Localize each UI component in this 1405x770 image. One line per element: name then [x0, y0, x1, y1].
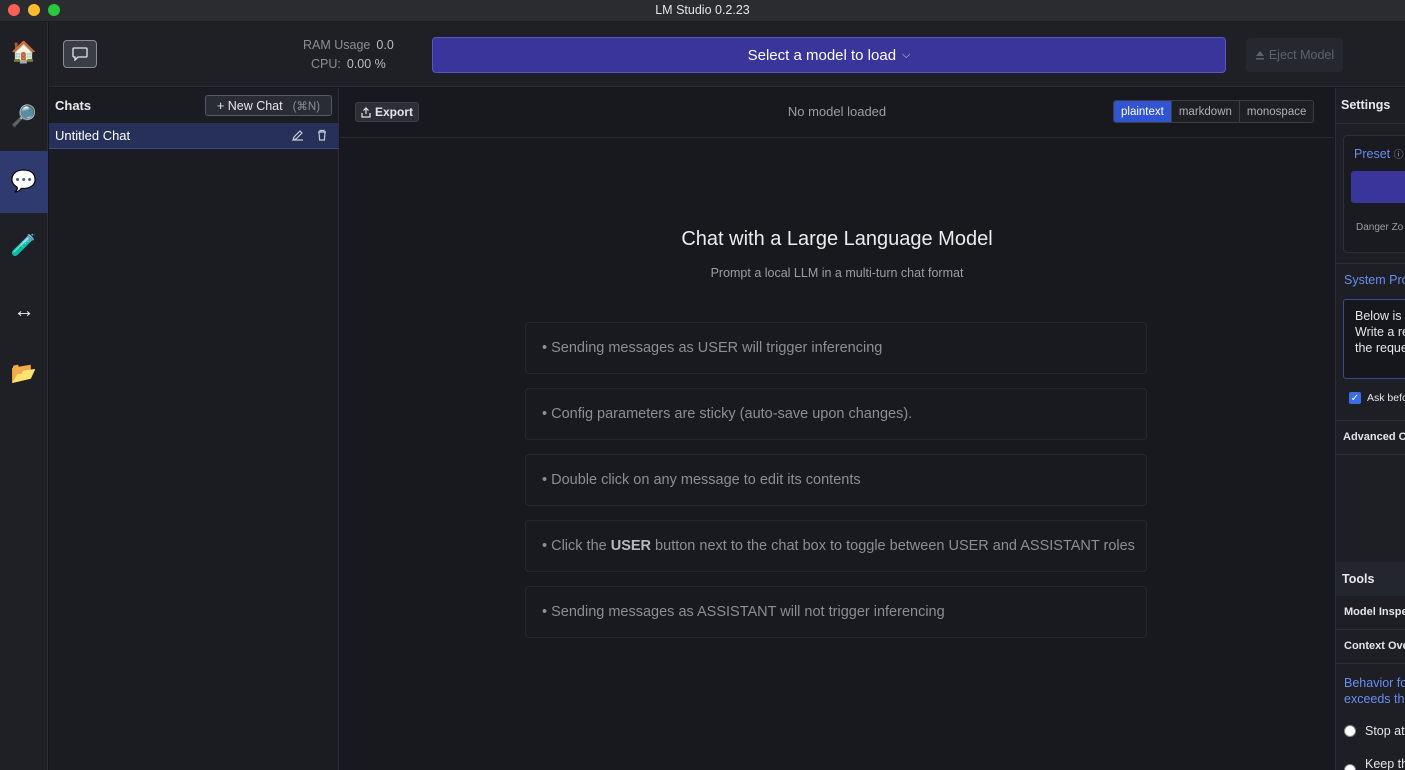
preset-label-text: Preset: [1354, 147, 1391, 161]
context-overflow-item[interactable]: Context Ove: [1344, 640, 1405, 652]
tip-text: • Double click on any message to edit it…: [542, 472, 861, 488]
edit-icon[interactable]: [291, 128, 305, 142]
model-select-button[interactable]: Select a model to load ⌵: [432, 37, 1226, 73]
system-prompt-line: the reque: [1355, 341, 1405, 355]
nav-server[interactable]: ↔: [0, 280, 48, 342]
radio-label: Stop at: [1365, 724, 1405, 738]
ram-value: 0.0: [376, 38, 394, 52]
settings-panel: Settings Preset ⓘ Danger Zo System Pro B…: [1335, 88, 1405, 770]
tip-card: • Sending messages as ASSISTANT will not…: [525, 586, 1147, 638]
hero-subtitle: Prompt a local LLM in a multi-turn chat …: [710, 266, 964, 280]
eject-model-button[interactable]: Eject Model: [1246, 38, 1343, 72]
new-chat-shortcut: (⌘N): [292, 100, 321, 113]
advanced-config-header[interactable]: Advanced C: [1343, 431, 1405, 443]
format-plaintext[interactable]: plaintext: [1114, 101, 1171, 122]
settings-title: Settings: [1341, 98, 1391, 112]
format-monospace[interactable]: monospace: [1238, 101, 1314, 122]
left-nav: 🏠 🔎 💬 🧪 ↔ 📂: [0, 22, 48, 770]
chat-header: Export No model loaded plaintext markdow…: [340, 88, 1334, 138]
divider: [1336, 123, 1405, 124]
chat-list-item[interactable]: Untitled Chat: [49, 123, 339, 149]
divider: [1336, 263, 1405, 264]
preset-select-button[interactable]: [1351, 171, 1405, 203]
ask-before-label: Ask befo: [1367, 392, 1405, 404]
tip-card: • Click the USER button next to the chat…: [525, 520, 1147, 572]
danger-zone-label: Danger Zo: [1356, 222, 1404, 233]
chats-title: Chats: [55, 98, 92, 113]
model-select-label: Select a model to load: [747, 46, 897, 64]
new-chat-button[interactable]: + New Chat (⌘N): [205, 95, 332, 116]
radio-stop-at[interactable]: Stop at: [1344, 724, 1405, 738]
system-prompt-label: System Pro: [1344, 273, 1405, 287]
overflow-behavior-label: Behavior fo exceeds th: [1344, 675, 1405, 707]
model-inspector-item[interactable]: Model Inspe: [1344, 606, 1405, 618]
eject-icon: [1255, 51, 1264, 60]
chat-main: Export No model loaded plaintext markdow…: [340, 88, 1334, 770]
home-icon: 🏠: [10, 41, 38, 64]
tip-text-before: • Click the: [542, 538, 611, 554]
toggle-chats-button[interactable]: [63, 40, 97, 68]
cpu-value: 0.00 %: [346, 57, 386, 71]
chevron-down-icon: ⌵: [902, 48, 911, 61]
system-prompt-input[interactable]: Below is a Write a re the reque: [1343, 299, 1405, 379]
search-icon: 🔎: [10, 105, 38, 128]
format-markdown[interactable]: markdown: [1170, 101, 1239, 122]
server-icon: ↔: [13, 299, 35, 322]
chat-item-name: Untitled Chat: [55, 128, 131, 143]
info-icon: ⓘ: [1393, 150, 1404, 161]
nav-home[interactable]: 🏠: [0, 22, 48, 84]
folder-icon: 📂: [10, 362, 38, 385]
cpu-label: CPU:: [311, 57, 341, 71]
radio-icon[interactable]: [1344, 764, 1356, 770]
checkbox-checked-icon[interactable]: ✓: [1349, 392, 1361, 404]
ask-before-checkbox-row[interactable]: ✓ Ask befo: [1349, 392, 1405, 404]
preset-section: Preset ⓘ Danger Zo: [1343, 135, 1405, 253]
ram-usage: RAM Usage 0.0: [303, 38, 394, 52]
tip-card: • Sending messages as USER will trigger …: [525, 322, 1147, 374]
nav-playground[interactable]: 🧪: [0, 215, 48, 277]
hero-title: Chat with a Large Language Model: [681, 228, 993, 250]
behavior-line: Behavior fo: [1344, 676, 1405, 690]
divider: [1336, 420, 1405, 421]
system-prompt-line: Below is a: [1355, 309, 1405, 323]
radio-icon[interactable]: [1344, 725, 1356, 737]
chats-panel: Chats + New Chat (⌘N) Untitled Chat: [49, 88, 339, 770]
nav-search[interactable]: 🔎: [0, 86, 48, 148]
ram-label: RAM Usage: [303, 38, 371, 52]
nav-folder[interactable]: 📂: [0, 343, 48, 405]
divider: [1336, 454, 1405, 455]
format-toggle: plaintext markdown monospace: [1113, 100, 1315, 123]
trash-icon[interactable]: [315, 128, 329, 142]
tip-card: • Config parameters are sticky (auto-sav…: [525, 388, 1147, 440]
tip-text: • Config parameters are sticky (auto-sav…: [542, 406, 913, 422]
tip-text: • Sending messages as ASSISTANT will not…: [542, 604, 945, 620]
tools-header: Tools: [1336, 562, 1405, 596]
preset-label: Preset ⓘ: [1354, 146, 1404, 161]
chat-bubble-icon: [72, 47, 88, 61]
window-title: LM Studio 0.2.23: [655, 3, 750, 17]
radio-label: Keep th: [1365, 757, 1405, 770]
cpu-usage: CPU: 0.00 %: [311, 57, 386, 71]
tools-title: Tools: [1342, 572, 1375, 586]
divider: [1336, 663, 1405, 664]
tip-text-bold: USER: [610, 538, 652, 554]
eject-label: Eject Model: [1268, 48, 1335, 62]
nav-chat[interactable]: 💬: [0, 151, 48, 213]
system-prompt-line: Write a re: [1355, 325, 1405, 339]
tip-text-after: button next to the chat box to toggle be…: [651, 538, 1135, 554]
radio-keep[interactable]: Keep th: [1344, 752, 1405, 770]
behavior-line: exceeds th: [1344, 692, 1405, 706]
divider: [1336, 629, 1405, 630]
tip-card: • Double click on any message to edit it…: [525, 454, 1147, 506]
tip-text: • Click the USER button next to the chat…: [542, 538, 1135, 554]
top-bar: RAM Usage 0.0 CPU: 0.00 % Select a model t…: [49, 22, 1405, 87]
tip-text: • Sending messages as USER will trigger …: [542, 340, 883, 356]
playground-icon: 🧪: [10, 234, 38, 257]
title-bar: LM Studio 0.2.23: [0, 0, 1405, 22]
new-chat-label: + New Chat: [216, 98, 283, 113]
chat-icon: 💬: [10, 170, 38, 193]
